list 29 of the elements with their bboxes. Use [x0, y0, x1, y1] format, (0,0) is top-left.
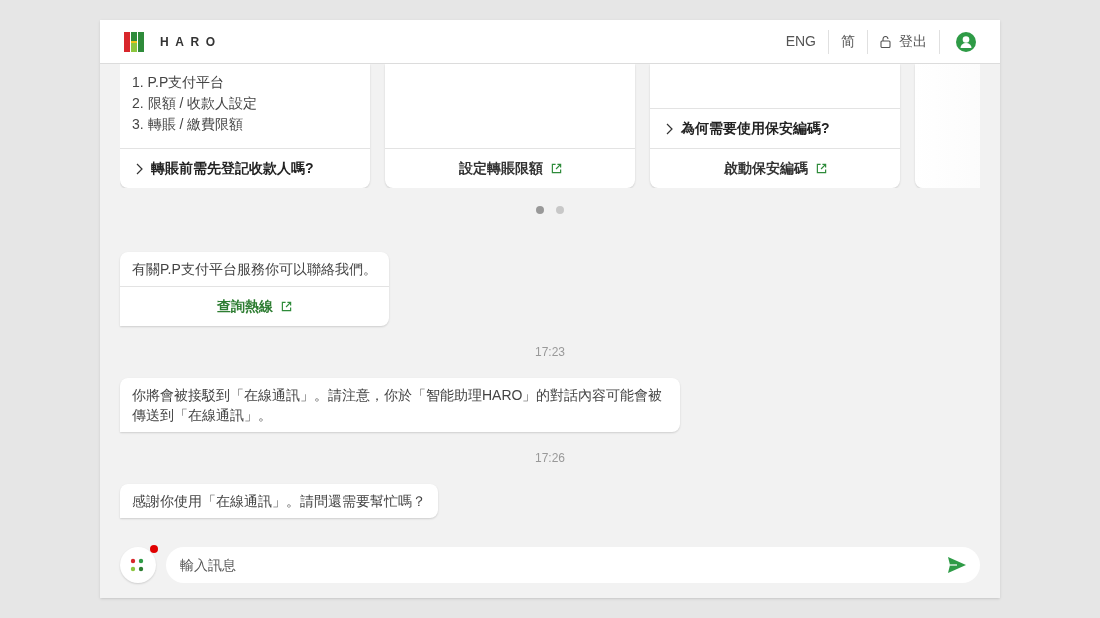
send-icon[interactable] [948, 557, 966, 573]
timestamp: 17:23 [535, 344, 565, 361]
external-link-icon [550, 163, 562, 174]
chevron-right-icon [666, 122, 673, 135]
message-text: 你將會被接駁到「在線通訊」。請注意，你於「智能助理HARO」的對話內容可能會被傳送到「在線通訊」。 [131, 386, 664, 425]
logout-link[interactable]: 登出 [867, 29, 939, 54]
list-item: 2. 限額 / 收款人設定 [132, 94, 259, 113]
list-item: 1. P.P支付平台 [132, 73, 226, 92]
logo-text: HARO [160, 33, 222, 51]
user-avatar-icon[interactable] [956, 31, 976, 52]
dots-grid-icon [130, 558, 146, 572]
question-link[interactable]: 為何需要使用保安編碼? [650, 108, 900, 148]
menu-button[interactable] [120, 547, 156, 583]
message-text: 有關P.P支付平台服務你可以聯絡我們。 [131, 260, 378, 279]
timestamp: 17:26 [535, 450, 565, 467]
question-link[interactable]: 轉賬前需先登記收款人嗎? [120, 148, 370, 188]
message-input[interactable]: 輸入訊息 [166, 547, 980, 583]
hotline-link[interactable]: 查詢熱線 [120, 286, 389, 326]
list-item: 3. 轉賬 / 繳費限額 [132, 115, 245, 134]
language-link[interactable]: ENG [773, 29, 828, 54]
action-link[interactable]: 設定轉賬限額 [385, 148, 635, 188]
external-link-icon [280, 301, 292, 312]
message-text: 感謝你使用「在線通訊」。請問還需要幫忙嗎？ [131, 492, 427, 511]
language-link[interactable]: 简 [828, 29, 867, 54]
external-link-icon [815, 163, 827, 174]
chevron-right-icon [136, 162, 143, 175]
logo-icon [124, 31, 144, 52]
action-link[interactable]: 啟動保安編碼 [650, 148, 900, 188]
unlock-icon [880, 35, 891, 48]
